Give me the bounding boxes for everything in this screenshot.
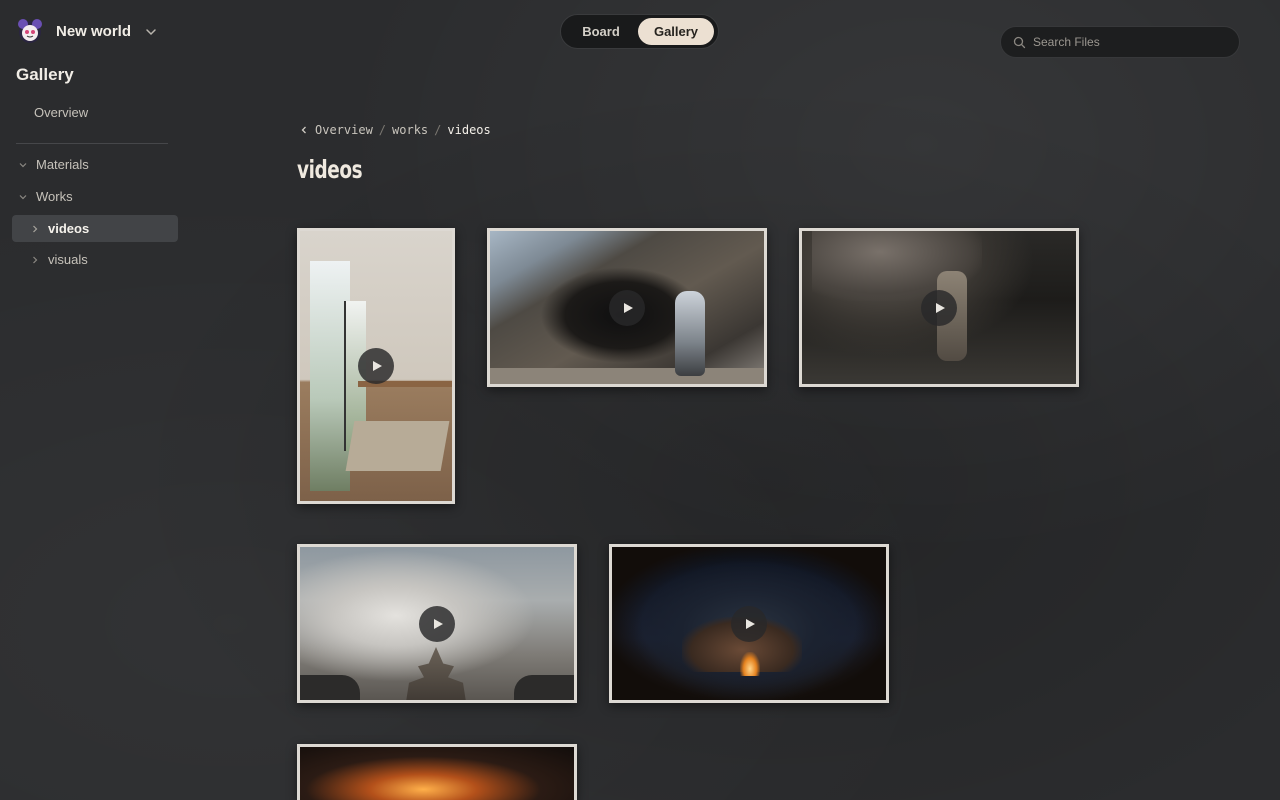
sidebar-item-label: videos (48, 221, 90, 236)
chevron-down-icon[interactable] (18, 192, 28, 202)
search-box[interactable] (1000, 26, 1240, 58)
sidebar-item-label: Materials (36, 157, 89, 172)
play-icon[interactable] (419, 605, 455, 642)
breadcrumb-item-overview[interactable]: Overview (315, 123, 373, 137)
play-icon[interactable] (609, 289, 645, 326)
play-icon[interactable] (358, 348, 394, 384)
workspace-name: New world (56, 22, 132, 40)
chevron-right-icon[interactable] (30, 255, 40, 265)
video-thumbnail[interactable] (487, 228, 767, 387)
workspace-switcher[interactable]: New world (16, 17, 156, 45)
thumbnail-image (300, 747, 574, 800)
page-title: videos (297, 155, 363, 184)
search-icon (1013, 36, 1026, 48)
video-thumbnail[interactable] (297, 544, 577, 703)
video-thumbnail[interactable] (799, 228, 1079, 387)
sidebar-title: Gallery (16, 65, 74, 84)
chevron-left-icon[interactable] (299, 125, 309, 135)
sidebar-item-visuals[interactable]: visuals (30, 252, 88, 267)
sidebar-divider (16, 143, 168, 144)
play-icon[interactable] (921, 289, 957, 326)
breadcrumb: Overview / works / videos (299, 123, 491, 137)
sidebar-item-materials[interactable]: Materials (18, 157, 89, 172)
sidebar-item-label: visuals (48, 252, 88, 267)
search-input[interactable] (1033, 35, 1223, 49)
video-thumbnail[interactable] (297, 228, 455, 504)
sidebar-item-videos[interactable]: videos (12, 215, 178, 242)
view-toggle: Board Gallery (560, 14, 719, 49)
video-thumbnail[interactable] (609, 544, 889, 703)
video-thumbnail[interactable] (297, 744, 577, 800)
sidebar-item-overview[interactable]: Overview (34, 105, 88, 120)
sidebar-item-works[interactable]: Works (18, 189, 73, 204)
sidebar-item-label: Works (36, 189, 73, 204)
breadcrumb-item-videos: videos (447, 123, 491, 137)
breadcrumb-separator: / (434, 123, 442, 137)
workspace-logo-icon (18, 19, 42, 43)
chevron-down-icon[interactable] (18, 160, 28, 170)
play-icon[interactable] (731, 605, 767, 642)
breadcrumb-separator: / (378, 123, 387, 137)
tab-gallery[interactable]: Gallery (638, 18, 714, 45)
chevron-down-icon[interactable] (144, 25, 158, 39)
breadcrumb-item-works[interactable]: works (392, 123, 428, 137)
chevron-right-icon[interactable] (30, 224, 40, 234)
tab-board[interactable]: Board (564, 18, 638, 45)
